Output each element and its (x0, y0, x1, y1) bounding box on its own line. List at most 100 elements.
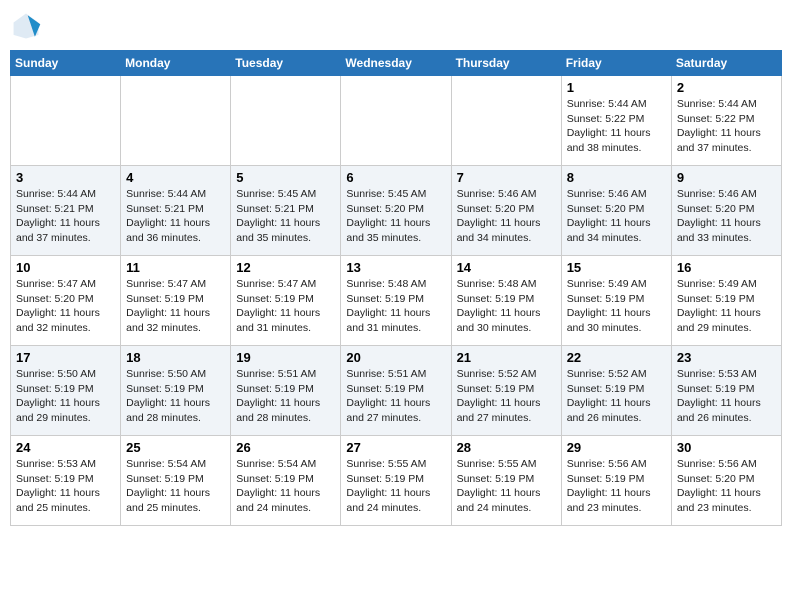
day-info: Sunrise: 5:56 AM Sunset: 5:20 PM Dayligh… (677, 457, 776, 516)
day-info: Sunrise: 5:47 AM Sunset: 5:20 PM Dayligh… (16, 277, 115, 336)
day-info: Sunrise: 5:54 AM Sunset: 5:19 PM Dayligh… (236, 457, 335, 516)
day-number: 7 (457, 170, 556, 185)
calendar-cell: 5 Sunrise: 5:45 AM Sunset: 5:21 PM Daylig… (231, 166, 341, 256)
calendar-cell (11, 76, 121, 166)
calendar-cell: 27 Sunrise: 5:55 AM Sunset: 5:19 PM Dayli… (341, 436, 451, 526)
day-number: 27 (346, 440, 445, 455)
day-number: 21 (457, 350, 556, 365)
calendar-header-row: SundayMondayTuesdayWednesdayThursdayFrid… (11, 51, 782, 76)
day-number: 6 (346, 170, 445, 185)
day-number: 4 (126, 170, 225, 185)
weekday-header: Sunday (11, 51, 121, 76)
calendar-cell: 25 Sunrise: 5:54 AM Sunset: 5:19 PM Dayli… (121, 436, 231, 526)
calendar-cell: 1 Sunrise: 5:44 AM Sunset: 5:22 PM Daylig… (561, 76, 671, 166)
calendar-week-row: 24 Sunrise: 5:53 AM Sunset: 5:19 PM Dayli… (11, 436, 782, 526)
calendar-cell: 18 Sunrise: 5:50 AM Sunset: 5:19 PM Dayli… (121, 346, 231, 436)
day-info: Sunrise: 5:51 AM Sunset: 5:19 PM Dayligh… (346, 367, 445, 426)
calendar-cell: 26Sunrise: 5:54 AM Sunset: 5:19 PM Dayli… (231, 436, 341, 526)
day-number: 17 (16, 350, 115, 365)
day-number: 14 (457, 260, 556, 275)
day-info: Sunrise: 5:46 AM Sunset: 5:20 PM Dayligh… (567, 187, 666, 246)
day-info: Sunrise: 5:45 AM Sunset: 5:20 PM Dayligh… (346, 187, 445, 246)
calendar-cell: 28 Sunrise: 5:55 AM Sunset: 5:19 PM Dayli… (451, 436, 561, 526)
logo-icon (10, 10, 42, 42)
day-number: 5 (236, 170, 335, 185)
logo (10, 10, 46, 42)
calendar-cell: 8 Sunrise: 5:46 AM Sunset: 5:20 PM Daylig… (561, 166, 671, 256)
calendar-cell: 3 Sunrise: 5:44 AM Sunset: 5:21 PM Daylig… (11, 166, 121, 256)
day-info: Sunrise: 5:53 AM Sunset: 5:19 PM Dayligh… (16, 457, 115, 516)
day-number: 10 (16, 260, 115, 275)
day-info: Sunrise: 5:44 AM Sunset: 5:22 PM Dayligh… (567, 97, 666, 156)
weekday-header: Monday (121, 51, 231, 76)
calendar-cell: 4 Sunrise: 5:44 AM Sunset: 5:21 PM Daylig… (121, 166, 231, 256)
weekday-header: Tuesday (231, 51, 341, 76)
day-info: Sunrise: 5:44 AM Sunset: 5:22 PM Dayligh… (677, 97, 776, 156)
day-number: 16 (677, 260, 776, 275)
day-info: Sunrise: 5:49 AM Sunset: 5:19 PM Dayligh… (567, 277, 666, 336)
day-number: 18 (126, 350, 225, 365)
day-number: 29 (567, 440, 666, 455)
day-info: Sunrise: 5:53 AM Sunset: 5:19 PM Dayligh… (677, 367, 776, 426)
calendar-cell: 16 Sunrise: 5:49 AM Sunset: 5:19 PM Dayli… (671, 256, 781, 346)
calendar-cell (231, 76, 341, 166)
calendar-cell: 20 Sunrise: 5:51 AM Sunset: 5:19 PM Dayli… (341, 346, 451, 436)
calendar-cell: 15Sunrise: 5:49 AM Sunset: 5:19 PM Dayli… (561, 256, 671, 346)
calendar-cell: 24 Sunrise: 5:53 AM Sunset: 5:19 PM Dayli… (11, 436, 121, 526)
day-info: Sunrise: 5:50 AM Sunset: 5:19 PM Dayligh… (126, 367, 225, 426)
calendar-cell: 17 Sunrise: 5:50 AM Sunset: 5:19 PM Dayli… (11, 346, 121, 436)
day-number: 30 (677, 440, 776, 455)
day-number: 19 (236, 350, 335, 365)
weekday-header: Thursday (451, 51, 561, 76)
calendar-cell: 9Sunrise: 5:46 AM Sunset: 5:20 PM Daylig… (671, 166, 781, 256)
calendar-cell: 22Sunrise: 5:52 AM Sunset: 5:19 PM Dayli… (561, 346, 671, 436)
calendar-week-row: 10 Sunrise: 5:47 AM Sunset: 5:20 PM Dayli… (11, 256, 782, 346)
day-info: Sunrise: 5:55 AM Sunset: 5:19 PM Dayligh… (346, 457, 445, 516)
weekday-header: Friday (561, 51, 671, 76)
day-info: Sunrise: 5:45 AM Sunset: 5:21 PM Dayligh… (236, 187, 335, 246)
day-info: Sunrise: 5:50 AM Sunset: 5:19 PM Dayligh… (16, 367, 115, 426)
calendar-cell: 13 Sunrise: 5:48 AM Sunset: 5:19 PM Dayli… (341, 256, 451, 346)
day-info: Sunrise: 5:47 AM Sunset: 5:19 PM Dayligh… (236, 277, 335, 336)
day-number: 22 (567, 350, 666, 365)
day-number: 3 (16, 170, 115, 185)
day-info: Sunrise: 5:44 AM Sunset: 5:21 PM Dayligh… (16, 187, 115, 246)
calendar-cell: 7Sunrise: 5:46 AM Sunset: 5:20 PM Daylig… (451, 166, 561, 256)
day-number: 23 (677, 350, 776, 365)
day-number: 24 (16, 440, 115, 455)
day-info: Sunrise: 5:47 AM Sunset: 5:19 PM Dayligh… (126, 277, 225, 336)
day-info: Sunrise: 5:48 AM Sunset: 5:19 PM Dayligh… (346, 277, 445, 336)
day-info: Sunrise: 5:44 AM Sunset: 5:21 PM Dayligh… (126, 187, 225, 246)
calendar-cell (341, 76, 451, 166)
calendar-cell: 19Sunrise: 5:51 AM Sunset: 5:19 PM Dayli… (231, 346, 341, 436)
day-number: 28 (457, 440, 556, 455)
weekday-header: Saturday (671, 51, 781, 76)
calendar-week-row: 17 Sunrise: 5:50 AM Sunset: 5:19 PM Dayli… (11, 346, 782, 436)
day-number: 13 (346, 260, 445, 275)
calendar-cell: 23 Sunrise: 5:53 AM Sunset: 5:19 PM Dayli… (671, 346, 781, 436)
calendar-cell (121, 76, 231, 166)
calendar-cell: 11Sunrise: 5:47 AM Sunset: 5:19 PM Dayli… (121, 256, 231, 346)
day-info: Sunrise: 5:55 AM Sunset: 5:19 PM Dayligh… (457, 457, 556, 516)
day-info: Sunrise: 5:56 AM Sunset: 5:19 PM Dayligh… (567, 457, 666, 516)
calendar-cell (451, 76, 561, 166)
page-header (10, 10, 782, 42)
calendar-table: SundayMondayTuesdayWednesdayThursdayFrid… (10, 50, 782, 526)
day-number: 25 (126, 440, 225, 455)
day-info: Sunrise: 5:48 AM Sunset: 5:19 PM Dayligh… (457, 277, 556, 336)
day-info: Sunrise: 5:54 AM Sunset: 5:19 PM Dayligh… (126, 457, 225, 516)
day-info: Sunrise: 5:52 AM Sunset: 5:19 PM Dayligh… (457, 367, 556, 426)
calendar-cell: 10 Sunrise: 5:47 AM Sunset: 5:20 PM Dayli… (11, 256, 121, 346)
calendar-week-row: 1 Sunrise: 5:44 AM Sunset: 5:22 PM Daylig… (11, 76, 782, 166)
day-number: 1 (567, 80, 666, 95)
day-info: Sunrise: 5:46 AM Sunset: 5:20 PM Dayligh… (677, 187, 776, 246)
calendar-week-row: 3 Sunrise: 5:44 AM Sunset: 5:21 PM Daylig… (11, 166, 782, 256)
day-info: Sunrise: 5:49 AM Sunset: 5:19 PM Dayligh… (677, 277, 776, 336)
calendar-cell: 6 Sunrise: 5:45 AM Sunset: 5:20 PM Daylig… (341, 166, 451, 256)
day-number: 8 (567, 170, 666, 185)
calendar-cell: 14 Sunrise: 5:48 AM Sunset: 5:19 PM Dayli… (451, 256, 561, 346)
day-number: 20 (346, 350, 445, 365)
calendar-cell: 21 Sunrise: 5:52 AM Sunset: 5:19 PM Dayli… (451, 346, 561, 436)
day-number: 2 (677, 80, 776, 95)
calendar-cell: 29 Sunrise: 5:56 AM Sunset: 5:19 PM Dayli… (561, 436, 671, 526)
